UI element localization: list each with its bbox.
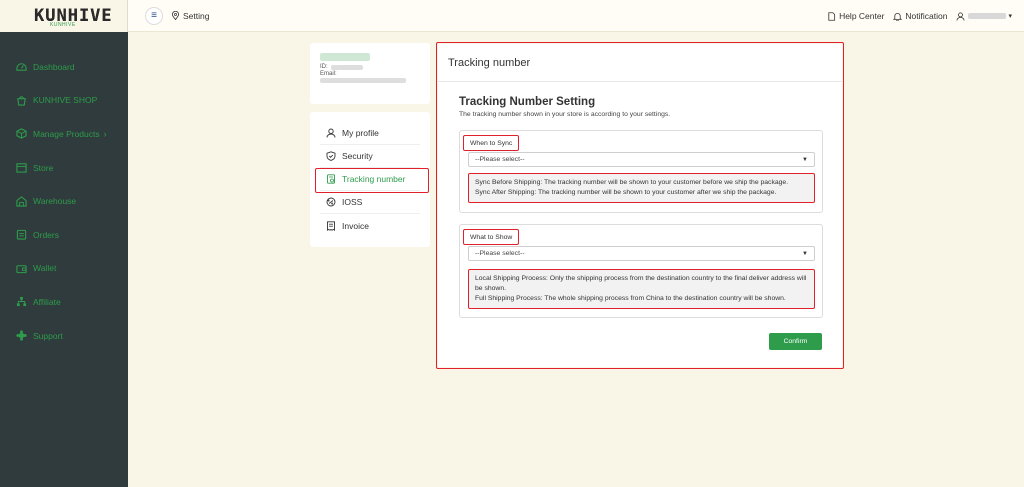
menu-item-label: My profile (342, 128, 379, 138)
sidebar-item-wallet[interactable]: Wallet (0, 252, 128, 286)
user-email-value-row (320, 78, 420, 83)
affiliate-icon (16, 296, 27, 307)
user-name-redacted (320, 53, 370, 61)
help-center-label: Help Center (839, 11, 885, 21)
breadcrumb: Setting (171, 11, 209, 21)
bell-icon (893, 12, 903, 21)
sidebar-item-dashboard[interactable]: Dashboard (0, 50, 128, 84)
store-icon (16, 162, 27, 173)
notification-link[interactable]: Notification (893, 11, 947, 21)
sidebar-item-support[interactable]: Support (0, 319, 128, 353)
sidebar-item-label: Orders (33, 229, 59, 240)
logo[interactable]: KUNHIVE KUNHIVE (0, 0, 128, 32)
ioss-icon (326, 197, 336, 207)
user-id-redacted (330, 64, 363, 70)
sidebar-item-label: Store (33, 162, 54, 173)
support-icon (16, 330, 27, 341)
sidebar-item-label: Affiliate (33, 296, 61, 307)
warehouse-icon (16, 195, 27, 207)
menu-item-ioss[interactable]: IOSS (320, 191, 420, 214)
sidebar-item-kunhive-shop[interactable]: KUNHIVE SHOP (0, 84, 128, 118)
wallet-icon (16, 263, 27, 274)
chevron-right-icon: › (103, 128, 107, 139)
sidebar-item-label: Dashboard (33, 61, 75, 72)
breadcrumb-current: Setting (183, 10, 210, 21)
menu-item-my-profile[interactable]: My profile (320, 122, 420, 145)
user-email-label: Email: (320, 71, 337, 77)
user-email-redacted (320, 78, 406, 83)
user-menu[interactable]: ▾ (956, 11, 1012, 21)
profile-summary-card: ID: Email: (310, 43, 430, 104)
document-icon (828, 11, 836, 21)
invoice-icon (327, 220, 335, 231)
user-email-row: Email: (320, 71, 420, 77)
sidebar-item-label: Support (33, 330, 63, 341)
user-icon (956, 11, 965, 21)
sidebar-item-store[interactable]: Store (0, 151, 128, 185)
menu-item-label: IOSS (342, 197, 363, 207)
header-actions: Help Center Notification ▾ (818, 0, 1012, 32)
sidebar-item-affiliate[interactable]: Affiliate (0, 285, 128, 319)
highlight-box-main-panel (436, 42, 844, 369)
user-id-label: ID: (320, 64, 328, 70)
menu-item-invoice[interactable]: Invoice (320, 214, 420, 237)
user-id-row: ID: (320, 64, 420, 70)
location-pin-icon (171, 11, 180, 20)
sidebar-nav: Dashboard KUNHIVE SHOP Manage Products ›… (0, 32, 128, 352)
user-name-redacted (968, 13, 1007, 19)
sidebar-item-label: Warehouse (33, 196, 77, 207)
caret-down-icon: ▾ (1008, 13, 1012, 20)
sidebar-item-label: Wallet (33, 263, 57, 274)
orders-icon (16, 229, 27, 240)
sidebar-item-warehouse[interactable]: Warehouse (0, 184, 128, 218)
menu-item-label: Invoice (342, 220, 369, 231)
sidebar-item-label: KUNHIVE SHOP (33, 95, 98, 106)
sidebar-item-label: Manage Products (33, 128, 100, 139)
dashboard-icon (16, 61, 27, 72)
help-center-link[interactable]: Help Center (827, 11, 884, 21)
notification-label: Notification (905, 11, 948, 21)
logo-subtext: KUNHIVE (50, 22, 76, 28)
menu-toggle-button[interactable]: ≡ (145, 6, 163, 25)
top-header: ≡ Setting Help Center Notification ▾ (128, 0, 1024, 32)
shield-icon (326, 151, 336, 161)
sidebar: KUNHIVE KUNHIVE Dashboard KUNHIVE SHOP M… (0, 0, 128, 487)
highlight-box-tracking-number (315, 168, 429, 193)
sidebar-item-manage-products[interactable]: Manage Products › (0, 117, 128, 151)
products-cube-icon (16, 128, 27, 140)
menu-item-label: Security (342, 151, 373, 161)
sidebar-item-orders[interactable]: Orders (0, 218, 128, 252)
user-icon (326, 128, 336, 138)
menu-item-security[interactable]: Security (320, 145, 420, 168)
shop-bag-icon (16, 95, 27, 106)
